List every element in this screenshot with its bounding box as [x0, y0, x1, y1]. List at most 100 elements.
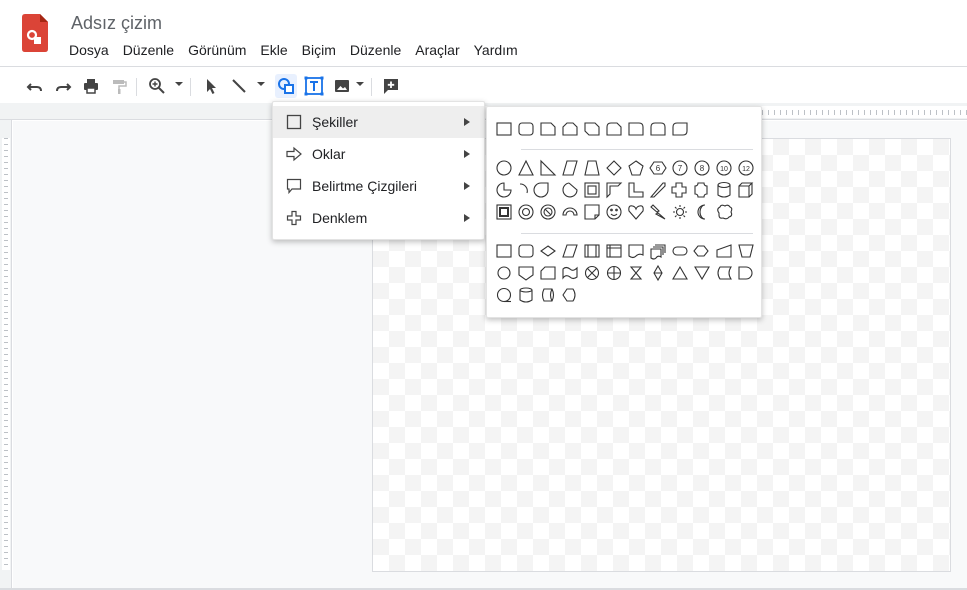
shape-diagonal-stripe[interactable]	[649, 182, 666, 198]
select-arrow-icon[interactable]	[200, 74, 222, 98]
shape-no-symbol[interactable]	[540, 204, 556, 220]
shape-octagon[interactable]: 8	[694, 160, 710, 176]
shape-dodecagon[interactable]: 12	[738, 160, 754, 176]
shape-bevel[interactable]	[496, 204, 512, 220]
shape-arc[interactable]	[519, 183, 528, 194]
shape-hexagon[interactable]: 6	[649, 161, 667, 175]
shape-heptagon[interactable]: 7	[672, 160, 688, 176]
shape-flowchart-process[interactable]	[496, 244, 512, 258]
menu-item-arrows[interactable]: Oklar	[273, 138, 484, 170]
shape-rounded-rectangle[interactable]	[518, 122, 534, 136]
print-icon[interactable]	[80, 74, 102, 98]
google-drawings-logo-icon[interactable]	[22, 14, 48, 52]
menu-yardim[interactable]: Yardım	[467, 41, 525, 59]
shape-cloud[interactable]	[717, 204, 733, 220]
menu-duzenle[interactable]: Düzenle	[116, 41, 181, 59]
shape-right-triangle[interactable]	[540, 159, 557, 176]
shape-flowchart-magnetic-disk[interactable]	[519, 287, 533, 303]
shape-flowchart-or[interactable]	[606, 265, 622, 281]
paint-format-icon[interactable]	[108, 74, 130, 98]
shape-block-arc[interactable]	[562, 207, 578, 216]
shape-l-shape[interactable]	[628, 182, 644, 198]
shape-pie[interactable]	[496, 182, 512, 198]
redo-icon[interactable]	[52, 74, 74, 98]
shape-teardrop[interactable]	[533, 182, 549, 198]
menu-dosya[interactable]: Dosya	[62, 41, 116, 59]
shape-flowchart-alternate-process[interactable]	[518, 244, 534, 258]
shape-flowchart-document[interactable]	[628, 244, 644, 259]
shape-round-single-corner[interactable]	[628, 122, 644, 136]
shape-plus[interactable]	[671, 182, 687, 198]
shape-lightning-bolt[interactable]	[650, 204, 666, 220]
shape-heart[interactable]	[628, 205, 644, 220]
shape-snip-single-corner[interactable]	[540, 122, 556, 136]
shape-flowchart-collate[interactable]	[629, 266, 643, 280]
menu-item-callouts[interactable]: Belirtme Çizgileri	[273, 170, 484, 202]
shape-flowchart-manual-input[interactable]	[716, 244, 732, 258]
menu-item-shapes[interactable]: Şekiller	[273, 106, 484, 138]
zoom-dropdown-caret-icon[interactable]	[175, 82, 183, 86]
shape-flowchart-direct-access-storage[interactable]	[541, 288, 555, 302]
image-dropdown-caret-icon[interactable]	[356, 82, 364, 86]
text-box-icon[interactable]	[303, 74, 325, 98]
add-comment-icon[interactable]	[380, 74, 402, 98]
shape-half-frame[interactable]	[606, 182, 623, 199]
shape-flowchart-decision[interactable]	[540, 245, 556, 257]
shape-trapezoid[interactable]	[584, 160, 600, 176]
shape-snip-round[interactable]	[606, 122, 622, 136]
shape-flowchart-manual-operation[interactable]	[738, 244, 754, 258]
line-icon[interactable]	[228, 74, 250, 98]
menu-item-equation[interactable]: Denklem	[273, 202, 484, 234]
shape-flowchart-display[interactable]	[562, 288, 576, 302]
shape-donut[interactable]	[518, 204, 534, 220]
shape-chord[interactable]	[562, 182, 578, 198]
menu-ekle[interactable]: Ekle	[253, 41, 294, 59]
shape-cube[interactable]	[738, 182, 754, 198]
shape-round-diagonal[interactable]	[672, 122, 688, 136]
shape-parallelogram[interactable]	[562, 160, 578, 176]
shape-icon[interactable]	[275, 74, 297, 98]
shape-flowchart-punched-tape[interactable]	[562, 266, 578, 280]
menu-araclar[interactable]: Araçlar	[408, 41, 466, 59]
image-icon[interactable]	[331, 74, 353, 98]
shape-flowchart-multidocument[interactable]	[650, 244, 666, 260]
document-title[interactable]: Adsız çizim	[71, 13, 162, 34]
shape-flowchart-internal-storage[interactable]	[606, 244, 622, 258]
shape-moon[interactable]	[697, 204, 706, 220]
shape-round-same-side[interactable]	[650, 122, 666, 136]
shape-folded-corner[interactable]	[584, 204, 600, 220]
shape-flowchart-connector[interactable]	[497, 266, 511, 280]
line-dropdown-caret-icon[interactable]	[257, 82, 265, 86]
shape-flowchart-delay[interactable]	[738, 266, 753, 280]
shape-flowchart-summing-junction[interactable]	[584, 265, 600, 281]
shape-rectangle[interactable]	[496, 122, 512, 136]
shape-pentagon[interactable]	[628, 160, 644, 176]
shape-sun[interactable]	[673, 205, 687, 219]
shape-flowchart-merge[interactable]	[694, 266, 710, 281]
shape-flowchart-predefined-process[interactable]	[584, 244, 600, 258]
shape-snip-diagonal[interactable]	[584, 122, 600, 136]
shape-triangle[interactable]	[518, 159, 534, 176]
menu-gorunum[interactable]: Görünüm	[181, 41, 253, 59]
menu-duzenle-arrange[interactable]: Düzenle	[343, 41, 408, 59]
shape-flowchart-sort[interactable]	[653, 264, 663, 282]
menu-bicim[interactable]: Biçim	[295, 41, 343, 59]
shape-diamond[interactable]	[606, 160, 622, 176]
shape-snip-same-side[interactable]	[562, 122, 578, 136]
shape-flowchart-sequential-access-storage[interactable]	[496, 287, 512, 303]
shape-flowchart-extract[interactable]	[672, 265, 688, 280]
zoom-icon[interactable]	[146, 74, 168, 98]
undo-icon[interactable]	[24, 74, 46, 98]
shape-flowchart-stored-data[interactable]	[717, 266, 733, 280]
shape-flowchart-preparation[interactable]	[693, 245, 709, 257]
shape-flowchart-card[interactable]	[540, 266, 556, 280]
shape-can[interactable]	[717, 181, 731, 198]
shape-smiley-face[interactable]	[606, 204, 622, 220]
shape-flowchart-offpage-connector[interactable]	[518, 266, 534, 281]
shape-oval[interactable]	[496, 160, 512, 176]
shape-plaque[interactable]	[694, 182, 708, 198]
shape-flowchart-data[interactable]	[562, 244, 578, 258]
shape-frame[interactable]	[584, 182, 600, 198]
shape-flowchart-terminator[interactable]	[672, 246, 688, 256]
shape-decagon[interactable]: 10	[716, 160, 732, 176]
